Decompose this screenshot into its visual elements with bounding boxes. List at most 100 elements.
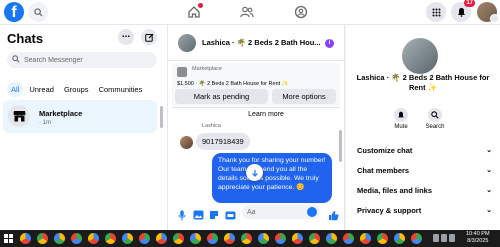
chats-sidebar: Chats ... All Unread Groups Communities …	[0, 25, 168, 230]
taskbar-app-icon[interactable]	[275, 233, 286, 244]
tab-all[interactable]: All	[7, 82, 24, 97]
chevron-down-icon: ⌄	[486, 187, 492, 194]
notification-dot	[198, 3, 203, 8]
taskbar-app-icon[interactable]	[224, 233, 235, 244]
search-icon	[428, 108, 442, 122]
chevron-down-icon: ⌄	[486, 167, 492, 174]
gif-icon[interactable]	[224, 209, 236, 221]
taskbar-app-icon[interactable]	[105, 233, 116, 244]
listing-title[interactable]: $1,500 · 🌴 2 Beds 2 Bath House for Rent …	[177, 81, 289, 87]
thumbs-up-icon[interactable]	[327, 209, 339, 221]
marketplace-listing-card: Marketplace $1,500 · 🌴 2 Beds 2 Bath Hou…	[172, 63, 340, 108]
taskbar-app-icon[interactable]	[156, 233, 167, 244]
section-label: Privacy & support	[357, 206, 422, 215]
mute-bell-icon	[394, 108, 408, 122]
conversation-title[interactable]: Lashica · 🌴 2 Beds 2 Bath Hou...	[202, 38, 322, 47]
info-icon[interactable]: i	[325, 39, 334, 48]
windows-taskbar: 10:40 PM 8/3/2025	[0, 230, 500, 247]
taskbar-app-icon[interactable]	[377, 233, 388, 244]
learn-more-button[interactable]: Learn more	[238, 111, 294, 117]
mic-icon[interactable]	[176, 209, 188, 221]
taskbar-app-icon[interactable]	[241, 233, 252, 244]
scrollbar[interactable]	[339, 130, 342, 162]
listing-label: Marketplace	[192, 66, 222, 72]
conversation-panel: Lashica · 🌴 2 Beds 2 Bath Hou... i Marke…	[168, 25, 345, 230]
privacy-support-row[interactable]: Privacy & support ⌄	[357, 206, 492, 220]
sender-name: Lashica	[202, 123, 221, 129]
details-title: Lashica · 🌴 2 Beds 2 Bath House for Rent…	[356, 73, 490, 92]
chat-timestamp: · 1m	[39, 120, 51, 126]
mute-label: Mute	[394, 124, 408, 130]
taskbar-app-icon[interactable]	[173, 233, 184, 244]
taskbar-app-icon[interactable]	[394, 233, 405, 244]
arrow-down-icon[interactable]	[246, 164, 263, 181]
clock-date: 8/3/2025	[467, 238, 489, 244]
list-item[interactable]: Marketplace · 1m	[3, 100, 157, 133]
taskbar-app-icon[interactable]	[326, 233, 337, 244]
sticker-icon[interactable]	[208, 209, 220, 221]
search-input[interactable]	[24, 53, 152, 67]
taskbar-clock[interactable]: 10:40 PM 8/3/2025	[466, 231, 490, 245]
bell-icon[interactable]: 17	[451, 0, 475, 22]
taskbar-app-icon[interactable]	[190, 233, 201, 244]
taskbar-app-icon[interactable]	[360, 233, 371, 244]
taskbar-app-icon[interactable]	[343, 233, 354, 244]
taskbar-app-icon[interactable]	[207, 233, 218, 244]
emoji-icon[interactable]	[307, 207, 317, 217]
tab-groups[interactable]: Groups	[60, 82, 93, 97]
more-options-button[interactable]: ...	[118, 29, 134, 45]
taskbar-app-icon[interactable]	[309, 233, 320, 244]
avatar[interactable]	[178, 34, 196, 52]
chevron-down-icon: ⌄	[486, 147, 492, 154]
notification-badge: 17	[464, 0, 475, 7]
tab-unread[interactable]: Unread	[25, 82, 58, 97]
scrollbar[interactable]	[160, 106, 163, 128]
mark-as-pending-button[interactable]: Mark as pending	[175, 89, 268, 104]
search-button[interactable]: Search	[420, 108, 450, 130]
friends-icon[interactable]	[239, 4, 255, 20]
taskbar-app-icon[interactable]	[71, 233, 82, 244]
taskbar-app-icon[interactable]	[139, 233, 150, 244]
mute-button[interactable]: Mute	[386, 108, 416, 130]
taskbar-app-icon[interactable]	[54, 233, 65, 244]
search-icon	[12, 55, 20, 63]
media-files-links-row[interactable]: Media, files and links ⌄	[357, 186, 492, 200]
section-label: Customize chat	[357, 146, 413, 155]
section-label: Media, files and links	[357, 186, 433, 195]
taskbar-app-icon[interactable]	[258, 233, 269, 244]
customize-chat-row[interactable]: Customize chat ⌄	[357, 146, 492, 160]
windows-start-icon[interactable]	[4, 234, 13, 243]
more-options-button[interactable]: More options	[272, 89, 336, 104]
message-field	[242, 205, 320, 219]
menu-grid-icon[interactable]	[426, 2, 446, 22]
search-messenger-box	[7, 52, 157, 68]
taskbar-app-icon[interactable]	[411, 233, 422, 244]
taskbar-app-icon[interactable]	[20, 233, 31, 244]
avatar[interactable]	[180, 136, 193, 149]
taskbar-app-icon[interactable]	[88, 233, 99, 244]
taskbar-app-icon[interactable]	[122, 233, 133, 244]
tab-communities[interactable]: Communities	[95, 82, 147, 97]
marketplace-store-icon	[8, 105, 30, 127]
chat-name: Marketplace	[39, 109, 83, 118]
outgoing-message: Thank you for sharing your number! Our t…	[212, 153, 332, 203]
image-icon[interactable]	[192, 209, 204, 221]
profile-avatar[interactable]	[477, 2, 499, 23]
search-icon[interactable]	[28, 2, 48, 22]
home-icon[interactable]	[186, 3, 203, 20]
message-input[interactable]	[247, 205, 305, 219]
section-label: Chat members	[357, 166, 410, 175]
compose-icon[interactable]	[141, 29, 157, 45]
search-label: Search	[425, 124, 445, 130]
avatar[interactable]	[402, 38, 438, 74]
listing-thumbnail[interactable]	[177, 67, 187, 77]
facebook-logo-icon[interactable]: f	[4, 2, 24, 22]
taskbar-app-icon[interactable]	[37, 233, 48, 244]
message-composer	[168, 200, 345, 230]
groups-icon[interactable]	[293, 4, 309, 20]
system-tray[interactable]	[433, 234, 463, 242]
chat-members-row[interactable]: Chat members ⌄	[357, 166, 492, 180]
taskbar-app-icon[interactable]	[292, 233, 303, 244]
page-title: Chats	[7, 31, 44, 46]
top-nav-bar: f 17	[0, 0, 500, 25]
